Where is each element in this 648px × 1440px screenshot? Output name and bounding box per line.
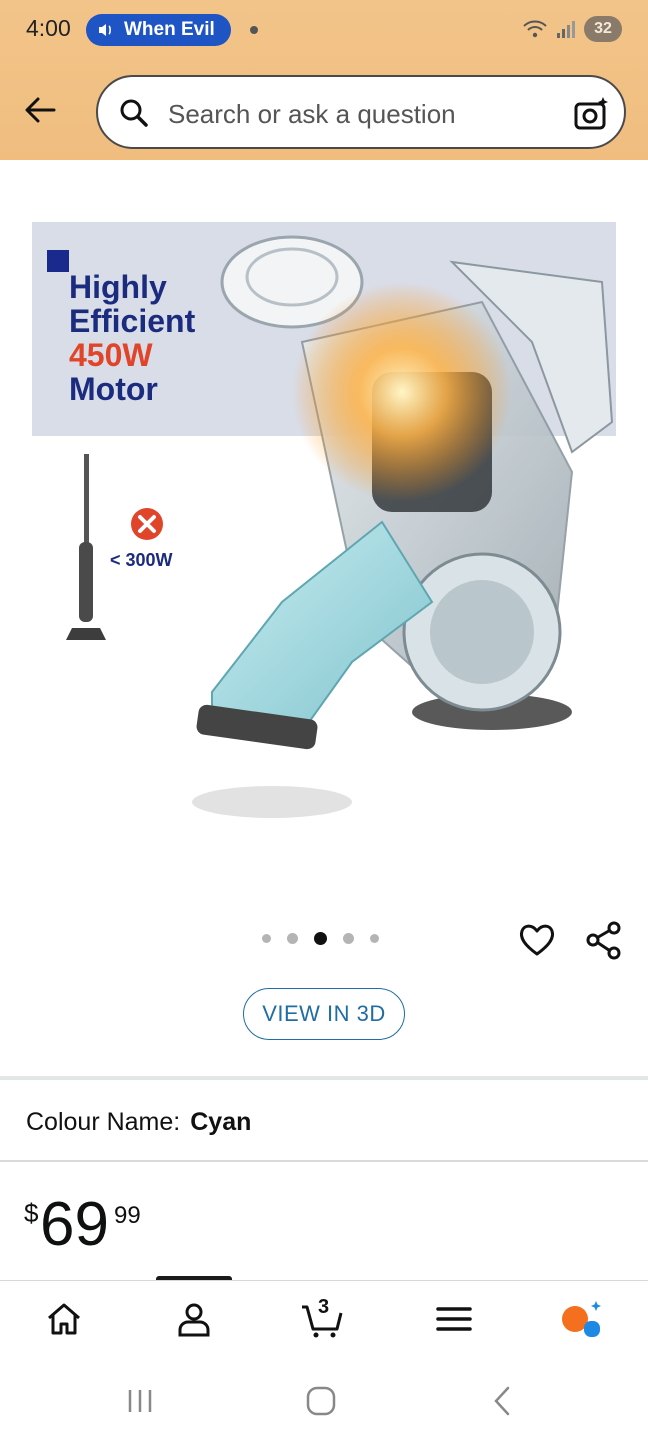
carousel-dot-3-active[interactable] — [314, 932, 327, 945]
wifi-icon — [523, 20, 547, 38]
app-header: 4:00 When Evil 32 — [0, 0, 648, 160]
price-currency: $ — [24, 1198, 39, 1228]
share-icon[interactable] — [584, 920, 624, 960]
vacuum-product-illustration — [192, 235, 614, 818]
carousel-dot-4[interactable] — [343, 933, 354, 944]
carousel-dot-1[interactable] — [262, 934, 271, 943]
colour-value: Cyan — [190, 1108, 252, 1136]
back-arrow-icon[interactable] — [20, 90, 60, 130]
search-input[interactable] — [166, 95, 550, 133]
menu-icon[interactable] — [432, 1297, 476, 1341]
promo-square — [47, 250, 69, 272]
camera-search-icon[interactable] — [572, 95, 610, 133]
view-in-3d-button[interactable]: VIEW IN 3D — [243, 988, 405, 1040]
speaker-icon — [99, 24, 111, 36]
back-button-icon[interactable] — [488, 1384, 518, 1418]
carousel-dot-5[interactable] — [370, 934, 379, 943]
image-carousel-indicator — [262, 932, 379, 945]
product-image[interactable]: Highly Efficient 450W Motor < 300W — [32, 222, 616, 862]
recent-apps-icon[interactable] — [124, 1386, 156, 1416]
bottom-navigation — [0, 1281, 648, 1361]
android-navigation-bar — [0, 1362, 648, 1440]
home-icon[interactable] — [42, 1297, 86, 1341]
search-icon — [120, 99, 148, 127]
status-time: 4:00 — [26, 15, 71, 41]
home-button-icon[interactable] — [304, 1384, 338, 1418]
section-divider — [0, 1076, 648, 1080]
media-playing-pill[interactable]: When Evil — [86, 14, 231, 46]
battery-indicator: 32 — [584, 16, 622, 42]
signal-icon — [557, 21, 575, 38]
divider — [0, 1160, 648, 1162]
colour-selection: Colour Name: Cyan — [26, 1108, 251, 1137]
system-icons: 32 — [522, 16, 622, 42]
media-title: When Evil — [124, 19, 215, 40]
status-bar: 4:00 When Evil 32 — [0, 0, 648, 60]
assistant-icon[interactable] — [560, 1297, 604, 1341]
price-fraction: 99 — [114, 1202, 141, 1229]
wishlist-heart-icon[interactable] — [517, 920, 557, 960]
account-icon[interactable] — [172, 1297, 216, 1341]
notification-dot — [250, 26, 258, 34]
cart-count-badge: 3 — [318, 1296, 330, 1318]
colour-label: Colour Name: — [26, 1108, 181, 1136]
price-whole: 69 — [40, 1190, 109, 1259]
search-bar[interactable] — [96, 75, 626, 149]
carousel-dot-2[interactable] — [287, 933, 298, 944]
